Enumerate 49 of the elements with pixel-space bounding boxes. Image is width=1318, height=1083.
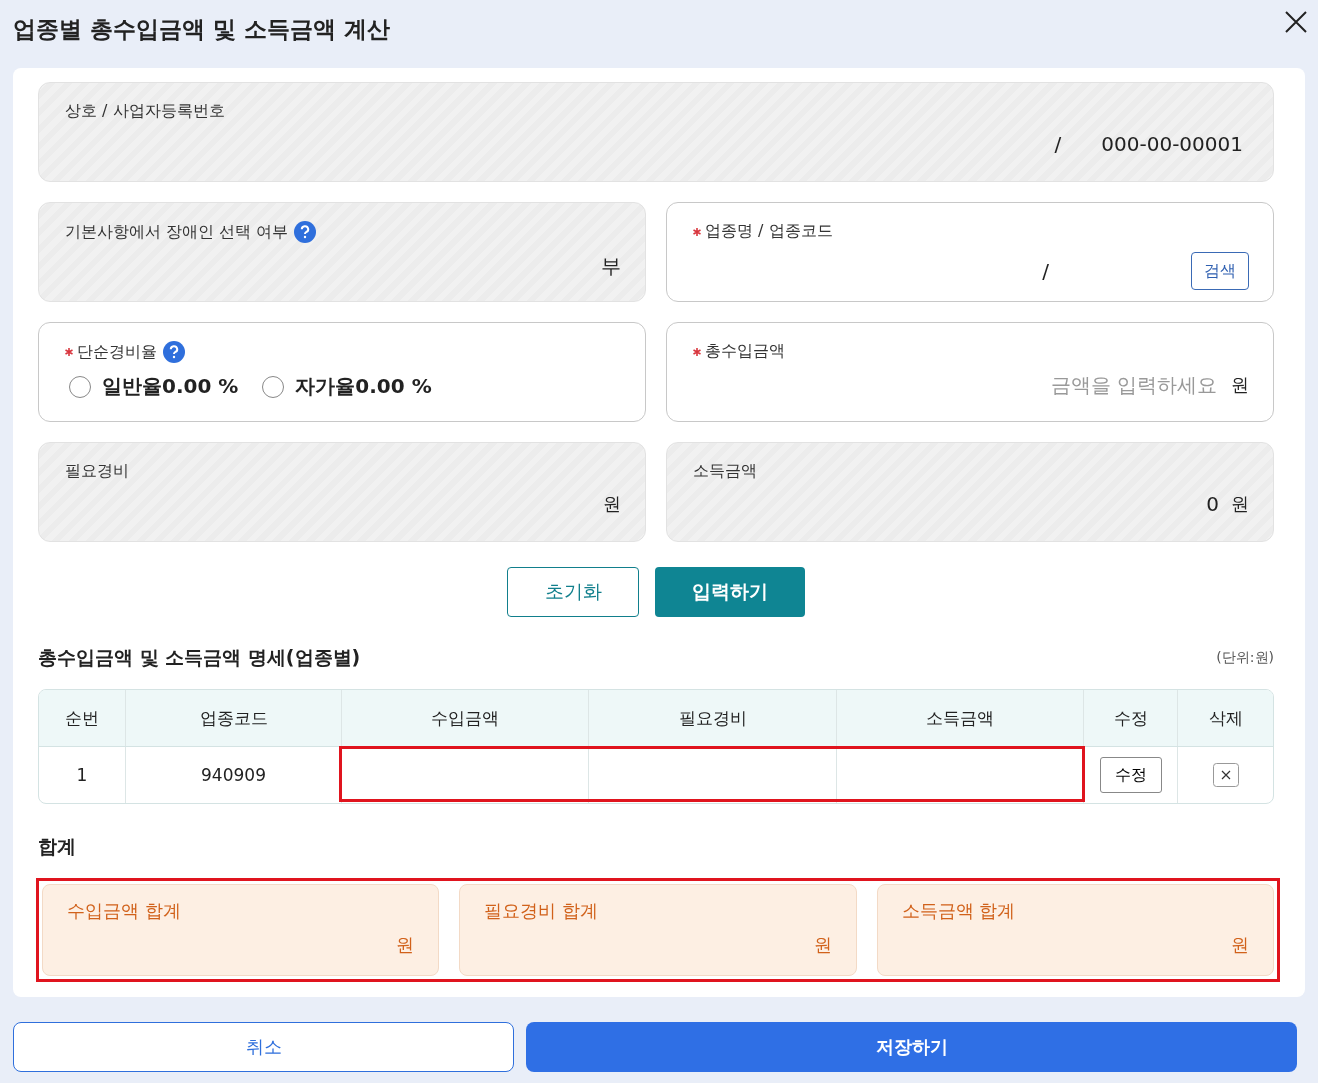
required-icon [65,348,73,356]
required-icon [693,227,701,236]
dialog-title: 업종별 총수입금액 및 소득금액 계산 [13,15,391,44]
separator-text: / [1042,259,1049,283]
total-label: 수입금액 합계 [67,899,182,923]
reset-button[interactable]: 초기화 [507,567,639,617]
field-label: 상호 / 사업자등록번호 [65,101,226,122]
unit-label: 원 [396,933,415,957]
field-value: 부 [601,253,621,280]
submit-button[interactable]: 입력하기 [655,567,805,617]
unit-label: 원 [1231,933,1249,957]
section-title: 합계 [38,834,77,859]
required-icon [693,347,701,356]
field-label: 기본사항에서 장애인 선택 여부 [65,221,289,243]
close-icon[interactable] [1284,10,1308,34]
total-label: 필요경비 합계 [484,899,600,923]
table-cell: 1 [39,747,126,803]
column-header: 순번 [39,690,126,746]
registration-number: 000-00-00001 [1101,132,1243,156]
help-icon[interactable] [294,221,317,243]
column-header: 소득금액 [837,690,1084,746]
unit-label: 원 [1231,492,1249,516]
unit-label: 원 [813,933,832,957]
field-label: 소득금액 [693,461,758,482]
save-button[interactable]: 저장하기 [526,1022,1297,1072]
unit-label: 원 [603,492,621,516]
column-header: 필요경비 [589,690,837,746]
unit-note: (단위:원) [1216,649,1274,667]
delete-icon[interactable] [1212,763,1239,787]
edit-button[interactable]: 수정 [1099,757,1162,793]
radio-label[interactable]: 일반율0.00 % [102,373,239,400]
column-header: 수입금액 [342,690,589,746]
field-label: 필요경비 [65,461,130,482]
total-label: 소득금액 합계 [901,899,1017,923]
help-icon[interactable] [163,341,185,363]
field-label: 업종명 / 업종코드 [705,221,833,242]
separator-text: / [1054,132,1062,156]
radio-label[interactable]: 자가율0.00 % [295,373,432,400]
field-value: 0 [1206,492,1219,516]
field-label: 단순경비율 [77,341,157,363]
section-title: 총수입금액 및 소득금액 명세(업종별) [38,645,361,670]
cancel-button[interactable]: 취소 [13,1022,514,1072]
column-header: 수정 [1084,690,1178,746]
column-header: 업종코드 [126,690,342,746]
table-cell: 940909 [126,747,342,803]
column-header: 삭제 [1207,706,1244,730]
unit-label: 원 [1231,373,1249,397]
search-button[interactable]: 검색 [1191,252,1249,290]
field-label: 총수입금액 [705,341,785,362]
